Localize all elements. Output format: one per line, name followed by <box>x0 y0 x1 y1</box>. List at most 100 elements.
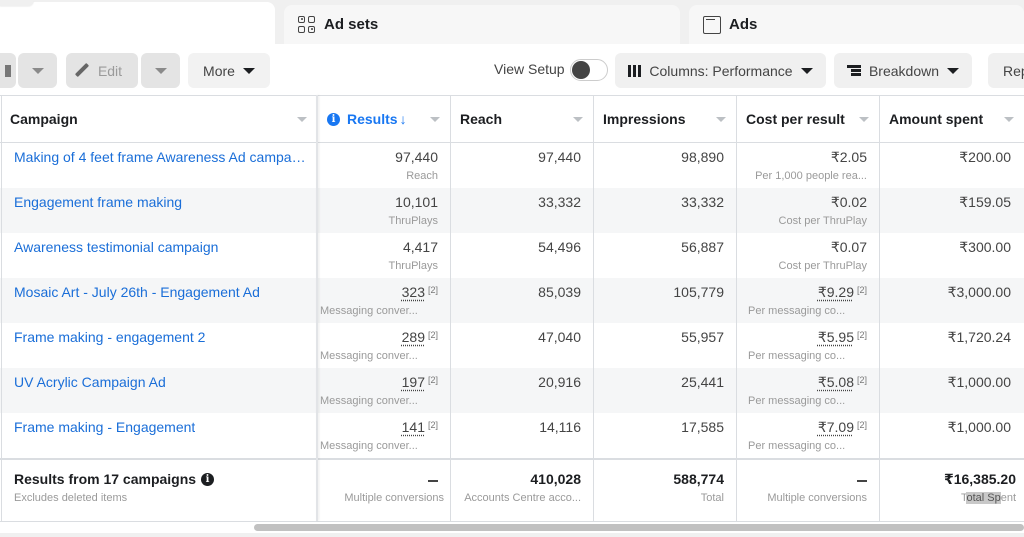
more-button[interactable]: More <box>188 53 270 88</box>
view-setup-toggle[interactable] <box>570 59 608 81</box>
column-header-reach[interactable]: Reach <box>450 95 593 143</box>
impressions-cell: 25,441 <box>593 368 736 413</box>
reach-cell: 85,039 <box>450 278 593 323</box>
campaign-name-cell: Awareness testimonial campaign <box>0 233 317 278</box>
column-menu-caret-icon[interactable] <box>1004 117 1014 122</box>
cost-per-result-type: Cost per ThruPlay <box>778 260 867 272</box>
table-row[interactable]: Mosaic Art - July 26th - Engagement Ad 32… <box>0 278 1024 323</box>
results-number[interactable]: 323 <box>402 284 425 300</box>
campaign-name-cell: UV Acrylic Campaign Ad <box>0 368 317 413</box>
results-type: Messaging conver... <box>320 305 418 317</box>
caret-down-icon <box>154 67 167 74</box>
edit-label: Edit <box>97 62 123 79</box>
impressions-cell: 105,779 <box>593 278 736 323</box>
duplicate-button[interactable] <box>0 53 16 88</box>
cost-number[interactable]: ₹5.95 <box>818 329 854 345</box>
summary-results-sub: Multiple conversions <box>344 492 444 504</box>
cost-per-result-value: ₹0.07 <box>831 239 867 256</box>
results-cell: 10,101 ThruPlays <box>317 188 450 233</box>
cost-per-result-type: Per 1,000 people rea... <box>755 170 867 182</box>
results-number[interactable]: 289 <box>402 329 425 345</box>
edit-button[interactable]: Edit <box>66 53 138 88</box>
table-left-border <box>1 95 2 522</box>
footnote-marker: [2] <box>427 375 438 385</box>
table-row[interactable]: Awareness testimonial campaign 4,417 ThruP… <box>0 233 1024 278</box>
amount-spent-cell: ₹3,000.00 <box>879 278 1024 323</box>
campaign-name-cell: Frame making - Engagement <box>0 413 317 458</box>
tab-ad-sets[interactable]: Ad sets <box>284 5 680 44</box>
summary-spent-cell: ₹16,385.20 Total Spent <box>879 460 1024 522</box>
column-header-cost-per-result[interactable]: Cost per result <box>736 95 879 143</box>
impressions-cell: 17,585 <box>593 413 736 458</box>
reach-value: 20,916 <box>538 374 581 390</box>
duplicate-dropdown-button[interactable] <box>18 53 57 88</box>
cost-number[interactable]: ₹5.08 <box>818 374 854 390</box>
column-header-campaign[interactable]: Campaign <box>0 95 317 143</box>
campaign-name-link[interactable]: Frame making - Engagement <box>14 419 195 435</box>
horizontal-scrollbar-thumb[interactable] <box>254 524 1024 531</box>
table-row[interactable]: Frame making - Engagement 141 [2] Messaging… <box>0 413 1024 458</box>
reports-button[interactable]: Rep <box>988 53 1024 88</box>
results-number[interactable]: 141 <box>402 419 425 435</box>
campaign-name-link[interactable]: Awareness testimonial campaign <box>14 239 218 255</box>
results-type: Messaging conver... <box>320 440 418 452</box>
table-row[interactable]: Frame making - engagement 2 289 [2] Messagi… <box>0 323 1024 368</box>
results-number: 4,417 <box>402 239 438 255</box>
info-icon[interactable]: i <box>327 112 340 126</box>
summary-reach-sub: Accounts Centre acco... <box>464 492 581 504</box>
column-header-impressions[interactable]: Impressions <box>593 95 736 143</box>
campaign-name-link[interactable]: Engagement frame making <box>14 194 182 210</box>
table-row[interactable]: UV Acrylic Campaign Ad 197 [2] Messaging co… <box>0 368 1024 413</box>
amount-spent-value: ₹300.00 <box>959 239 1011 255</box>
column-menu-caret-icon[interactable] <box>859 117 869 122</box>
column-header-amount-spent[interactable]: Amount spent <box>879 95 1024 143</box>
column-header-results[interactable]: i Results ↓ <box>317 95 450 143</box>
breakdown-button[interactable]: Breakdown <box>834 53 972 88</box>
edit-dropdown-button[interactable] <box>141 53 180 88</box>
table-row[interactable]: Engagement frame making 10,101 ThruPlays 33… <box>0 188 1024 233</box>
cost-number: ₹2.05 <box>830 149 867 165</box>
tab-ads[interactable]: Ads <box>689 5 1024 44</box>
results-number[interactable]: 197 <box>402 374 425 390</box>
ads-manager-page: Ad sets Ads Edit More View Setup Columns… <box>0 0 1024 537</box>
campaign-name-link[interactable]: Making of 4 feet frame Awareness Ad camp… <box>14 149 306 165</box>
amount-spent-cell: ₹300.00 <box>879 233 1024 278</box>
results-cell: 289 [2] Messaging conver... <box>317 323 450 368</box>
summary-cpr-sub: Multiple conversions <box>767 492 867 504</box>
summary-title: Results from 17 campaigns i <box>14 471 215 487</box>
summary-row: Results from 17 campaigns i Excludes del… <box>0 458 1024 522</box>
caret-down-icon <box>800 67 813 74</box>
summary-results-cell: Multiple conversions <box>317 460 450 522</box>
amount-spent-value: ₹1,720.24 <box>947 329 1011 345</box>
columns-button[interactable]: Columns: Performance <box>615 53 826 88</box>
campaign-name-link[interactable]: Mosaic Art - July 26th - Engagement Ad <box>14 284 260 300</box>
info-icon[interactable]: i <box>201 472 215 486</box>
campaign-name-link[interactable]: Frame making - engagement 2 <box>14 329 205 345</box>
column-menu-caret-icon[interactable] <box>716 117 726 122</box>
column-menu-caret-icon[interactable] <box>297 117 307 122</box>
results-type: ThruPlays <box>388 215 438 227</box>
summary-impressions-sub: Total <box>700 492 724 504</box>
column-header-label: Impressions <box>603 111 686 127</box>
impressions-value: 33,332 <box>681 194 724 210</box>
cost-per-result-cell: ₹0.02 Cost per ThruPlay <box>736 188 879 233</box>
table-row[interactable]: Making of 4 feet frame Awareness Ad camp… <box>0 143 1024 188</box>
column-menu-caret-icon[interactable] <box>430 117 440 122</box>
level-tabs: Ad sets Ads <box>0 0 1024 44</box>
column-menu-caret-icon[interactable] <box>573 117 583 122</box>
results-cell: 197 [2] Messaging conver... <box>317 368 450 413</box>
toolbar: Edit More View Setup Columns: Performanc… <box>0 44 1024 95</box>
cost-per-result-type: Per messaging co... <box>748 395 846 407</box>
campaign-name-link[interactable]: UV Acrylic Campaign Ad <box>14 374 166 390</box>
tab-campaigns-active[interactable] <box>0 2 275 44</box>
pencil-icon <box>74 63 90 79</box>
results-value: 4,417 <box>403 239 438 255</box>
cost-number[interactable]: ₹7.09 <box>818 419 854 435</box>
results-type: Reach <box>406 170 438 182</box>
footnote-marker: [2] <box>856 420 867 430</box>
amount-spent-value: ₹200.00 <box>959 149 1011 165</box>
sort-descending-icon: ↓ <box>399 111 407 127</box>
impressions-value: 55,957 <box>681 329 724 345</box>
cost-number[interactable]: ₹9.29 <box>818 284 854 300</box>
impressions-cell: 55,957 <box>593 323 736 368</box>
